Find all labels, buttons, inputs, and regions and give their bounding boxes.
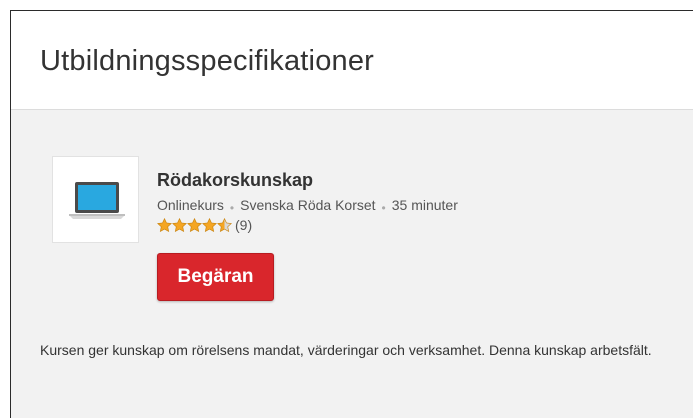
star-icon — [202, 218, 217, 232]
course-meta: Onlinekurs • Svenska Röda Korset • 35 minute… — [157, 197, 458, 215]
course-rating: (9) — [157, 217, 252, 233]
star-icon — [157, 218, 172, 232]
course-content: Rödakorskunskap Onlinekurs • Svenska Röda … — [11, 110, 693, 418]
course-thumbnail — [52, 156, 139, 243]
course-type: Onlinekurs — [157, 197, 224, 213]
star-icon — [172, 218, 187, 232]
course-description: Kursen ger kunskap om rörelsens mandat, … — [40, 342, 652, 358]
page-title: Utbildningsspecifikationer — [40, 45, 375, 77]
star-icon — [217, 218, 232, 232]
course-duration: 35 minuter — [391, 197, 458, 213]
rating-stars — [157, 218, 232, 232]
course-provider: Svenska Röda Korset — [240, 197, 376, 213]
page-header: Utbildningsspecifikationer — [11, 11, 693, 110]
request-button[interactable]: Begäran — [157, 253, 274, 301]
rating-count: (9) — [235, 217, 253, 233]
course-details-window: Utbildningsspecifikationer Rödakorskunsk… — [10, 10, 693, 418]
meta-separator: • — [381, 201, 386, 215]
star-icon — [187, 218, 202, 232]
laptop-icon — [69, 182, 125, 219]
meta-separator: • — [229, 201, 235, 215]
course-title: Rödakorskunskap — [157, 170, 314, 190]
